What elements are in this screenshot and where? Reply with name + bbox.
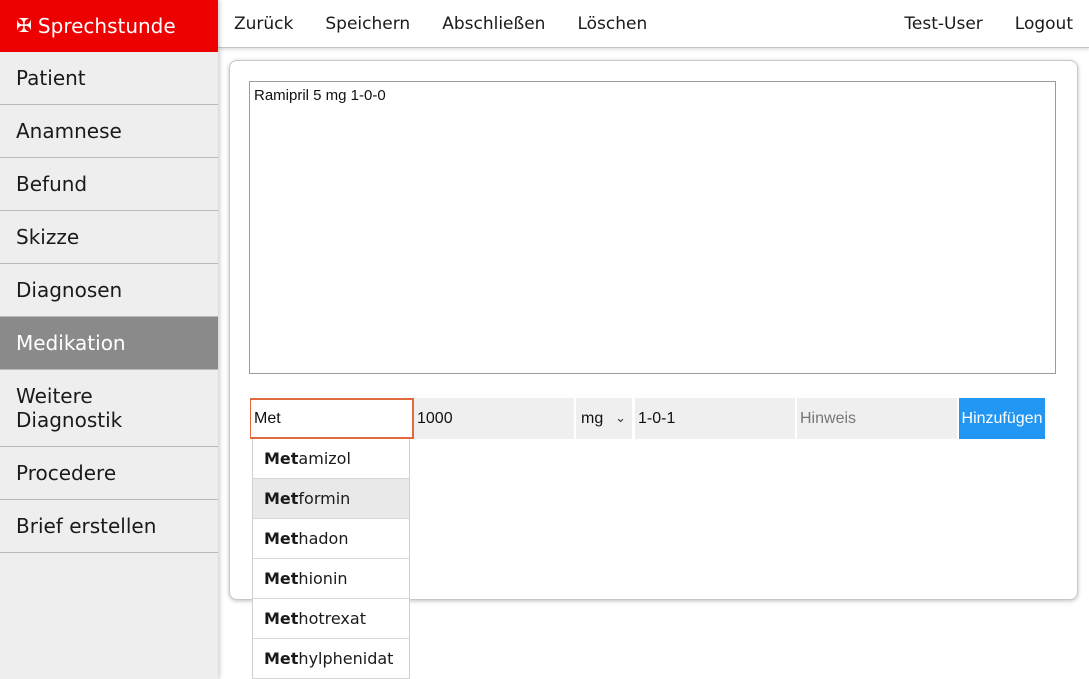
app-title: Sprechstunde: [37, 14, 176, 38]
back-button[interactable]: Zurück: [218, 14, 309, 34]
sidebar-item-medikation[interactable]: Medikation: [0, 317, 218, 370]
suggestion-rest: formin: [298, 489, 351, 508]
suggestion-methadon[interactable]: Met hadon: [253, 519, 409, 559]
autocomplete-dropdown: Met amizol Met formin Met hadon Met hionin M…: [252, 439, 410, 679]
suggestion-methotrexat[interactable]: Met hotrexat: [253, 599, 409, 639]
suggestion-match: Met: [264, 649, 299, 668]
suggestion-match: Met: [264, 449, 299, 468]
suggestion-methionin[interactable]: Met hionin: [253, 559, 409, 599]
sidebar-item-befund[interactable]: Befund: [0, 158, 218, 211]
suggestion-match: Met: [264, 489, 299, 508]
suggestion-metformin[interactable]: Met formin: [253, 479, 409, 519]
suggestion-methylphenidat[interactable]: Met hylphenidat: [253, 639, 409, 679]
sidebar-item-weitere-diagnostik[interactable]: Weitere Diagnostik: [0, 370, 218, 447]
suggestion-metamizol[interactable]: Met amizol: [253, 439, 409, 479]
medication-name-input[interactable]: Met: [250, 398, 414, 439]
save-button[interactable]: Speichern: [309, 14, 426, 34]
suggestion-match: Met: [264, 529, 299, 548]
cross-icon: ✠: [16, 15, 32, 37]
dose-input[interactable]: 1000: [414, 398, 574, 439]
logout-button[interactable]: Logout: [999, 14, 1089, 34]
sidebar-item-patient[interactable]: Patient: [0, 52, 218, 105]
hint-input[interactable]: [800, 409, 954, 428]
suggestion-rest: hadon: [298, 529, 349, 548]
add-medication-button[interactable]: Hinzufügen: [959, 398, 1045, 439]
hint-field[interactable]: [797, 398, 957, 439]
unit-select-value: mg: [581, 409, 604, 427]
medication-textarea[interactable]: Ramipril 5 mg 1-0-0: [249, 81, 1056, 374]
top-toolbar: Zurück Speichern Abschließen Löschen Tes…: [218, 0, 1089, 48]
sidebar-item-skizze[interactable]: Skizze: [0, 211, 218, 264]
sidebar-item-diagnosen[interactable]: Diagnosen: [0, 264, 218, 317]
suggestion-rest: hotrexat: [298, 609, 366, 628]
sidebar-item-procedere[interactable]: Procedere: [0, 447, 218, 500]
finish-button[interactable]: Abschließen: [426, 14, 561, 34]
frequency-input[interactable]: 1-0-1: [635, 398, 795, 439]
unit-select[interactable]: mg ⌄: [576, 398, 632, 439]
user-name[interactable]: Test-User: [888, 14, 998, 34]
suggestion-rest: hionin: [298, 569, 348, 588]
delete-button[interactable]: Löschen: [561, 14, 663, 34]
suggestion-rest: amizol: [298, 449, 351, 468]
chevron-down-icon: ⌄: [615, 410, 626, 425]
app-brand[interactable]: ✠ Sprechstunde: [0, 0, 218, 52]
sidebar-item-anamnese[interactable]: Anamnese: [0, 105, 218, 158]
suggestion-match: Met: [264, 569, 299, 588]
suggestion-rest: hylphenidat: [298, 649, 394, 668]
sidebar-item-brief-erstellen[interactable]: Brief erstellen: [0, 500, 218, 553]
suggestion-match: Met: [264, 609, 299, 628]
sidebar: ✠ Sprechstunde Patient Anamnese Befund S…: [0, 0, 218, 679]
